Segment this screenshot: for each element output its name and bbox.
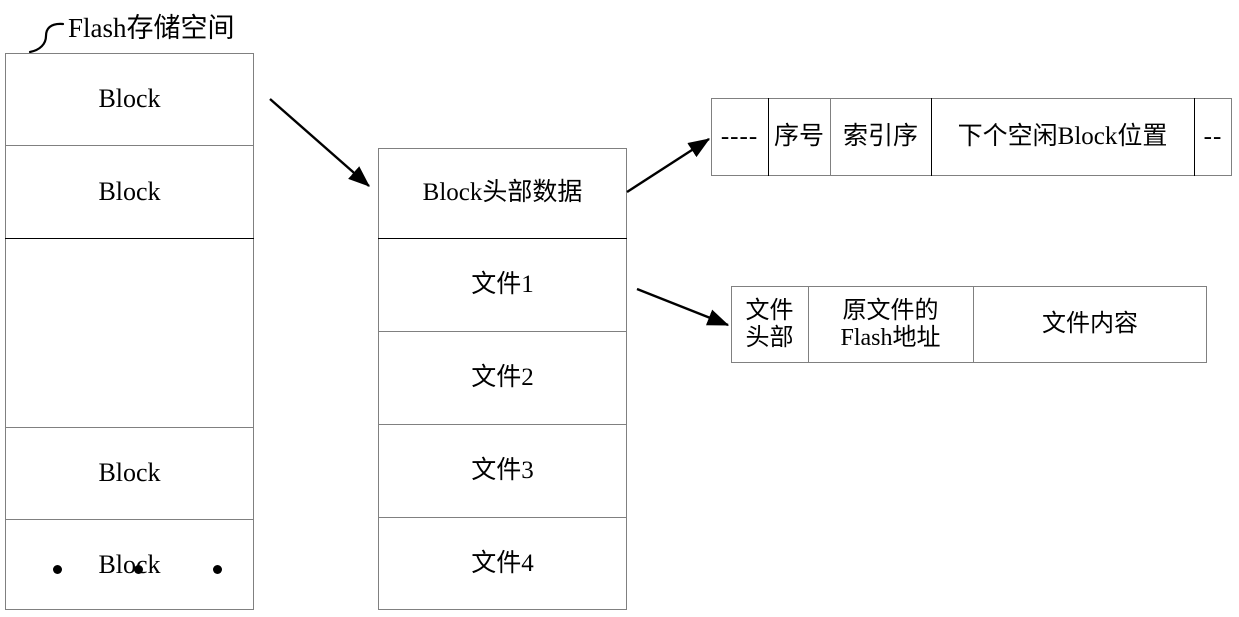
flash-storage-caption: Flash存储空间 xyxy=(68,13,235,43)
header-cell-trailing-dots: -- xyxy=(1203,123,1223,150)
block-row-file-3: 文件3 xyxy=(471,456,534,484)
file-cell-file-content: 文件内容 xyxy=(1042,311,1138,338)
header-cell-index-sequence: 索引序 xyxy=(842,123,918,150)
block-row-file-1: 文件1 xyxy=(471,270,534,298)
flash-row-block-3: Block xyxy=(98,458,161,488)
flash-row-block-2: Block xyxy=(98,176,161,206)
flash-row-block-1: Block xyxy=(98,84,161,114)
file-cell-original-flash-address: 原文件的 Flash地址 xyxy=(840,297,941,351)
file-cell-file-header: 文件 头部 xyxy=(745,297,794,351)
diagram-canvas: Flash存储空间 Block Block Block Block Block头… xyxy=(0,0,1239,617)
header-cell-next-free-block-position: 下个空闲Block位置 xyxy=(957,123,1168,150)
block-row-file-2: 文件2 xyxy=(471,363,534,391)
arrow-flash-to-block xyxy=(269,98,370,187)
arrow-blockheader-to-headertable xyxy=(626,137,711,194)
flash-row-block-4: Block xyxy=(98,549,161,579)
header-cell-sequence-number: 序号 xyxy=(773,123,824,150)
block-row-file-4: 文件4 xyxy=(471,549,534,577)
arrow-file1-to-filetable xyxy=(636,287,730,327)
flash-row-ellipsis xyxy=(5,238,254,574)
header-cell-leading-dots: ---- xyxy=(720,123,759,150)
block-row-header-data: Block头部数据 xyxy=(422,179,583,206)
